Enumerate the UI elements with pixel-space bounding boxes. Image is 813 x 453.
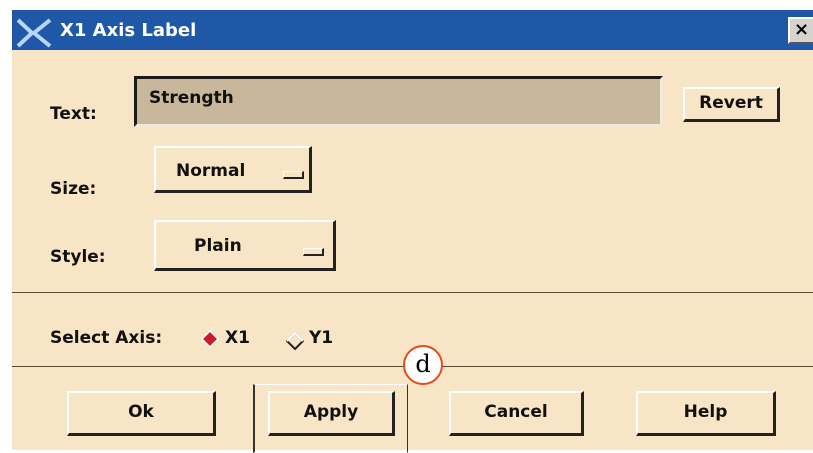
size-option-menu[interactable]: Normal [154, 146, 312, 193]
title-bar[interactable]: X1 Axis Label × [12, 10, 813, 50]
text-input[interactable]: Strength [134, 76, 663, 127]
x-logo-icon [16, 18, 52, 48]
close-button[interactable]: × [788, 17, 813, 44]
select-axis-label: Select Axis: [50, 328, 163, 348]
separator [12, 292, 813, 293]
size-value: Normal [176, 161, 246, 181]
close-icon: × [793, 19, 810, 40]
ok-button[interactable]: Ok [67, 391, 216, 436]
revert-button[interactable]: Revert [683, 87, 780, 122]
radio-unselected-icon [286, 332, 304, 350]
radio-x1-label: X1 [225, 328, 250, 348]
dialog-window: X1 Axis Label × Text: Strength Revert Si… [12, 10, 813, 453]
style-value: Plain [194, 236, 242, 256]
annotation-marker: d [403, 345, 443, 385]
help-button[interactable]: Help [636, 391, 776, 436]
radio-y1-label: Y1 [309, 328, 334, 348]
radio-selected-icon [201, 330, 219, 348]
option-menu-indicator-icon [303, 248, 324, 256]
size-label: Size: [50, 179, 97, 199]
text-label: Text: [50, 104, 97, 124]
cancel-button[interactable]: Cancel [449, 391, 584, 436]
window-title: X1 Axis Label [60, 20, 197, 41]
style-label: Style: [50, 247, 106, 267]
style-option-menu[interactable]: Plain [154, 220, 336, 271]
option-menu-indicator-icon [283, 171, 304, 179]
apply-button[interactable]: Apply [268, 391, 395, 436]
